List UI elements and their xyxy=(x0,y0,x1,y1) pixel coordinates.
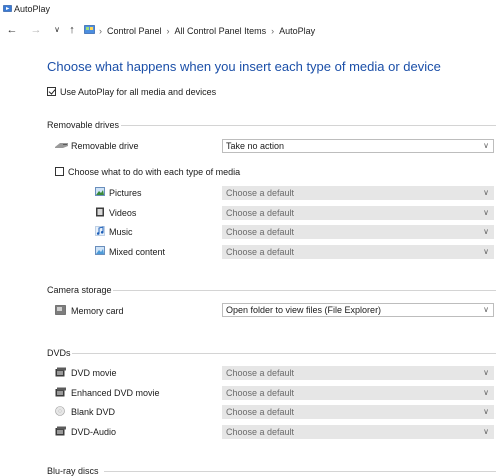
dropdown-value: Choose a default xyxy=(226,208,295,218)
music-icon xyxy=(95,226,105,236)
dvd-audio-icon xyxy=(55,426,66,436)
videos-label: Videos xyxy=(109,208,137,218)
chevron-down-icon: ∨ xyxy=(483,227,489,236)
removable-drive-label: Removable drive xyxy=(71,141,139,151)
page-heading: Choose what happens when you insert each… xyxy=(47,59,441,74)
per-media-type-checkbox[interactable] xyxy=(55,167,64,176)
section-divider xyxy=(121,125,496,126)
dropdown-value: Open folder to view files (File Explorer… xyxy=(226,305,382,315)
dvd-audio-label: DVD-Audio xyxy=(71,427,117,437)
breadcrumb-separator: › xyxy=(271,26,275,36)
blank-dvd-action-dropdown[interactable]: Choose a default ∨ xyxy=(222,405,494,419)
section-title-blu-ray-discs: Blu-ray discs xyxy=(47,466,99,476)
dropdown-value: Choose a default xyxy=(226,247,295,257)
enhanced-dvd-movie-action-dropdown[interactable]: Choose a default ∨ xyxy=(222,386,494,400)
enhanced-dvd-movie-icon xyxy=(55,387,66,397)
up-arrow-icon[interactable]: ↑ xyxy=(66,24,78,36)
dropdown-value: Choose a default xyxy=(226,188,295,198)
dvd-movie-icon xyxy=(55,367,66,377)
dropdown-value: Take no action xyxy=(226,141,285,151)
navigation-bar: ← → ∨ ↑ › Control Panel › All Control Pa… xyxy=(0,20,500,42)
videos-icon xyxy=(96,207,104,217)
mixed-content-label: Mixed content xyxy=(109,247,166,257)
per-media-type-label: Choose what to do with each type of medi… xyxy=(68,167,241,177)
removable-drive-action-dropdown[interactable]: Take no action ∨ xyxy=(222,139,494,153)
pictures-action-dropdown[interactable]: Choose a default ∨ xyxy=(222,186,494,200)
breadcrumb-item-control-panel[interactable]: Control Panel xyxy=(107,26,162,36)
music-label: Music xyxy=(109,227,133,237)
chevron-down-icon: ∨ xyxy=(483,427,489,436)
memory-card-action-dropdown[interactable]: Open folder to view files (File Explorer… xyxy=(222,303,494,317)
breadcrumb-item-autoplay[interactable]: AutoPlay xyxy=(279,26,315,36)
memory-card-icon xyxy=(55,305,66,315)
chevron-down-icon: ∨ xyxy=(483,407,489,416)
breadcrumb: › Control Panel › All Control Panel Item… xyxy=(99,26,315,36)
dropdown-value: Choose a default xyxy=(226,227,295,237)
chevron-down-icon: ∨ xyxy=(483,188,489,197)
blank-dvd-label: Blank DVD xyxy=(71,407,116,417)
dropdown-value: Choose a default xyxy=(226,427,295,437)
window-title: AutoPlay xyxy=(14,4,51,14)
dvd-movie-action-dropdown[interactable]: Choose a default ∨ xyxy=(222,366,494,380)
section-title-dvds: DVDs xyxy=(47,348,71,358)
autoplay-app-icon xyxy=(3,5,12,12)
section-divider xyxy=(72,353,496,354)
mixed-content-action-dropdown[interactable]: Choose a default ∨ xyxy=(222,245,494,259)
chevron-down-icon: ∨ xyxy=(483,305,489,314)
section-divider xyxy=(113,290,496,291)
section-divider xyxy=(104,471,496,472)
pictures-icon xyxy=(95,187,105,196)
dropdown-value: Choose a default xyxy=(226,368,295,378)
dropdown-value: Choose a default xyxy=(226,407,295,417)
breadcrumb-separator: › xyxy=(166,26,170,36)
blank-dvd-icon xyxy=(55,406,65,416)
title-bar: AutoPlay xyxy=(0,0,500,18)
section-title-camera-storage: Camera storage xyxy=(47,285,112,295)
mixed-content-icon xyxy=(95,246,105,255)
videos-action-dropdown[interactable]: Choose a default ∨ xyxy=(222,206,494,220)
music-action-dropdown[interactable]: Choose a default ∨ xyxy=(222,225,494,239)
breadcrumb-separator: › xyxy=(99,26,102,36)
removable-drive-icon xyxy=(55,143,68,148)
chevron-down-icon: ∨ xyxy=(483,388,489,397)
recent-locations-chevron-icon[interactable]: ∨ xyxy=(51,24,63,36)
dvd-movie-label: DVD movie xyxy=(71,368,117,378)
dropdown-value: Choose a default xyxy=(226,388,295,398)
pictures-label: Pictures xyxy=(109,188,142,198)
back-arrow-icon[interactable]: ← xyxy=(6,24,18,36)
use-autoplay-checkbox[interactable] xyxy=(47,87,56,96)
forward-arrow-icon[interactable]: → xyxy=(30,24,42,36)
use-autoplay-label: Use AutoPlay for all media and devices xyxy=(60,87,217,97)
chevron-down-icon: ∨ xyxy=(483,368,489,377)
breadcrumb-item-all-control-panel-items[interactable]: All Control Panel Items xyxy=(175,26,267,36)
chevron-down-icon: ∨ xyxy=(483,141,489,150)
chevron-down-icon: ∨ xyxy=(483,247,489,256)
control-panel-icon xyxy=(84,25,95,34)
chevron-down-icon: ∨ xyxy=(483,208,489,217)
enhanced-dvd-movie-label: Enhanced DVD movie xyxy=(71,388,160,398)
section-title-removable-drives: Removable drives xyxy=(47,120,120,130)
memory-card-label: Memory card xyxy=(71,306,124,316)
dvd-audio-action-dropdown[interactable]: Choose a default ∨ xyxy=(222,425,494,439)
